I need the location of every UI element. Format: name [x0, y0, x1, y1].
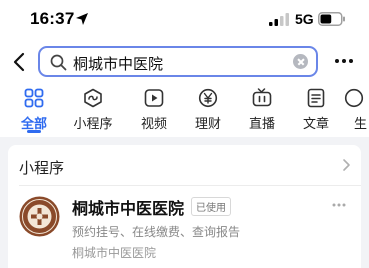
- status-bar: 16:37 5G: [0, 0, 369, 40]
- tab-all[interactable]: 全部: [6, 86, 62, 132]
- back-button[interactable]: [10, 50, 30, 74]
- tab-finance[interactable]: 理财: [180, 86, 236, 132]
- video-icon: [144, 89, 164, 107]
- result-title: 桐城市中医医院: [72, 201, 185, 218]
- section-title: 小程序: [19, 160, 65, 177]
- mini-program-results-card: 小程序 桐城市中医医院 已使用 预约挂号、在线缴费、查询报告 桐城市中医医院: [8, 145, 361, 268]
- tab-label: 理财: [194, 116, 221, 131]
- result-description: 预约挂号、在线缴费、查询报告: [72, 225, 241, 239]
- grid-icon: [24, 88, 44, 108]
- search-query[interactable]: 桐城市中医院: [73, 53, 163, 74]
- tab-video[interactable]: 视频: [126, 86, 182, 132]
- tab-label: 视频: [140, 116, 167, 131]
- cellular-signal-icon: [269, 13, 289, 26]
- tab-label: 小程序: [73, 116, 113, 131]
- yen-icon: [198, 88, 218, 108]
- chevron-right-icon[interactable]: [342, 158, 351, 172]
- article-icon: [307, 88, 325, 108]
- tab-label: 文章: [302, 116, 329, 131]
- battery-icon: [318, 12, 345, 26]
- tab-label: 直播: [248, 116, 275, 131]
- active-tab-indicator: [27, 130, 41, 133]
- search-icon: [50, 54, 67, 71]
- more-icon[interactable]: [332, 203, 346, 207]
- location-arrow-icon: [76, 13, 88, 25]
- network-type: 5G: [295, 11, 314, 27]
- tab-articles[interactable]: 文章: [288, 86, 344, 132]
- hospital-logo: [19, 196, 60, 237]
- status-time: 16:37: [30, 9, 75, 28]
- result-item[interactable]: 桐城市中医医院 已使用 预约挂号、在线缴费、查询报告 桐城市中医医院: [8, 186, 361, 268]
- search-category-tabs: 全部 小程序 视频 理财 直播 文章 生: [0, 86, 369, 136]
- more-options-icon[interactable]: [334, 54, 354, 68]
- tab-live[interactable]: 直播: [234, 86, 290, 132]
- result-subtitle: 桐城市中医医院: [72, 246, 157, 260]
- more-tab-icon: [344, 88, 364, 108]
- live-tv-icon: [252, 88, 272, 107]
- search-input[interactable]: 桐城市中医院: [38, 46, 318, 77]
- tab-more[interactable]: 生: [339, 86, 369, 132]
- mini-program-icon: [84, 88, 102, 108]
- tab-label: 生: [353, 116, 367, 131]
- used-badge: 已使用: [191, 197, 231, 216]
- tab-mini-program[interactable]: 小程序: [65, 86, 121, 132]
- clear-search-icon[interactable]: [293, 54, 308, 69]
